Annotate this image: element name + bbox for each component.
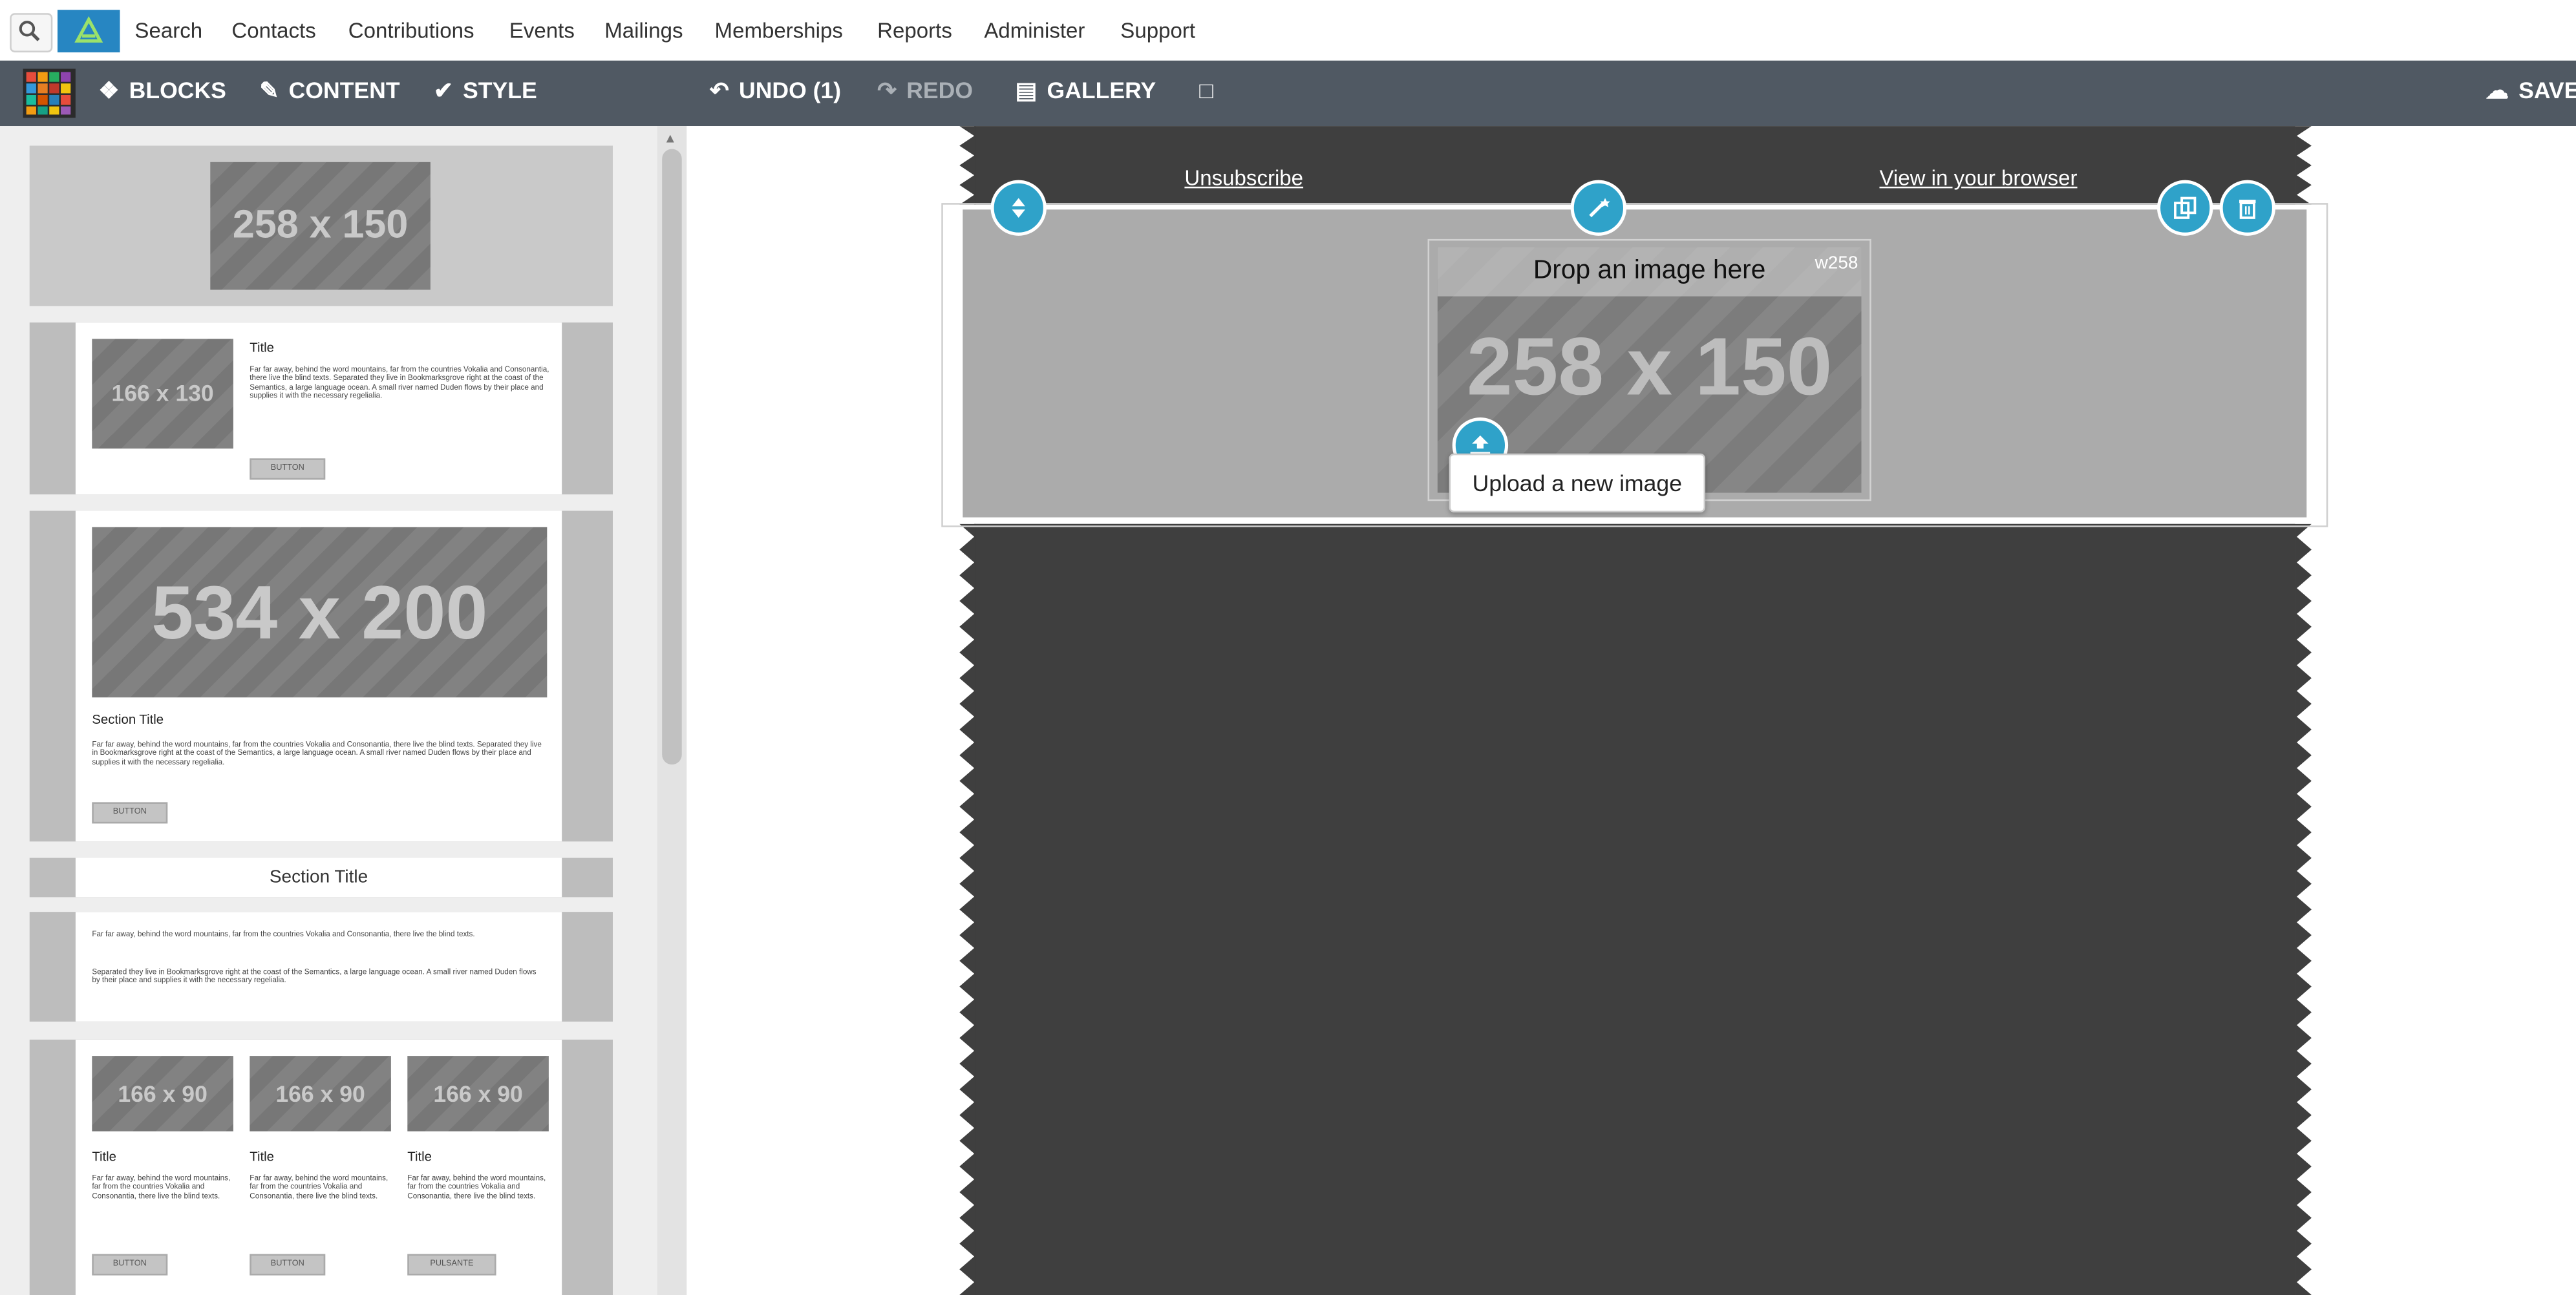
- pencil-icon: ✎: [259, 77, 279, 103]
- menu-administer[interactable]: Administer: [984, 18, 1085, 43]
- save-label: SAVE: [2518, 77, 2576, 103]
- column-text-1: Far far away, behind the word mountains,…: [92, 1174, 231, 1200]
- drop-image-label: Drop an image here: [1437, 247, 1862, 297]
- block-image-placeholder: 258 x 150: [210, 162, 431, 290]
- civicrm-logo-icon: [74, 16, 103, 43]
- square-icon: □: [1199, 77, 1213, 103]
- tab-blocks[interactable]: ❖ BLOCKS: [98, 77, 226, 105]
- preview-toggle-button[interactable]: □: [1199, 77, 1213, 103]
- menu-memberships[interactable]: Memberships: [715, 18, 843, 43]
- move-block-button[interactable]: [990, 180, 1047, 236]
- column-title-1: Title: [92, 1149, 117, 1164]
- trash-icon: [2239, 200, 2256, 219]
- email-body-area: [974, 523, 2295, 1295]
- column-button-3: PULSANTE: [407, 1254, 496, 1276]
- column-title-3: Title: [407, 1149, 432, 1164]
- blocks-scrollbar-thumb[interactable]: [662, 149, 682, 765]
- block-title: Section Title: [92, 712, 164, 727]
- menu-support[interactable]: Support: [1120, 18, 1195, 43]
- block-title: Title: [250, 340, 274, 355]
- column-text-3: Far far away, behind the word mountains,…: [407, 1174, 546, 1200]
- block-title: Section Title: [75, 858, 562, 898]
- column-image-2: 166 x 90: [250, 1056, 391, 1132]
- delete-block-button[interactable]: [2219, 180, 2275, 236]
- block-image-258x150[interactable]: 258 x 150: [29, 145, 613, 306]
- menu-contributions[interactable]: Contributions: [348, 18, 474, 43]
- brush-icon: ✔: [433, 77, 453, 103]
- image-width-tag: w258: [1815, 253, 1858, 274]
- zigzag-edge-right-top: [2295, 126, 2312, 205]
- civicrm-top-menu: Search Contacts Contributions Events Mai…: [0, 0, 2576, 61]
- tab-blocks-label: BLOCKS: [129, 77, 226, 103]
- preheader-block[interactable]: Unsubscribe View in your browser: [974, 126, 2295, 205]
- block-text: Far far away, behind the word mountains,…: [92, 740, 542, 766]
- block-three-columns[interactable]: 166 x 90 166 x 90 166 x 90 Title Title T…: [29, 1039, 613, 1295]
- column-image-3: 166 x 90: [407, 1056, 549, 1132]
- undo-button[interactable]: ↶ UNDO (1): [710, 77, 841, 105]
- redo-icon: ↷: [877, 77, 897, 103]
- block-hero-image[interactable]: 534 x 200 Section Title Far far away, be…: [29, 511, 613, 842]
- upload-tooltip: Upload a new image: [1449, 453, 1706, 512]
- column-text-2: Far far away, behind the word mountains,…: [250, 1174, 389, 1200]
- block-style-button[interactable]: [1570, 180, 1627, 236]
- save-button[interactable]: ☁ SAVE: [2486, 77, 2576, 105]
- view-in-browser-link[interactable]: View in your browser: [1879, 165, 2077, 190]
- block-image-text[interactable]: 166 x 130 Title Far far away, behind the…: [29, 322, 613, 495]
- sort-arrows-icon: [1012, 198, 1025, 218]
- block-white-area: Far far away, behind the word mountains,…: [75, 912, 562, 1022]
- block-white-area: 166 x 130 Title Far far away, behind the…: [75, 322, 562, 495]
- block-text-2: Separated they live in Bookmarksgrove ri…: [92, 967, 537, 985]
- unsubscribe-link[interactable]: Unsubscribe: [1184, 165, 1303, 190]
- block-white-area: 166 x 90 166 x 90 166 x 90 Title Title T…: [75, 1039, 562, 1295]
- civicrm-logo-button[interactable]: [57, 10, 120, 53]
- menu-contacts[interactable]: Contacts: [231, 18, 315, 43]
- menu-mailings[interactable]: Mailings: [604, 18, 683, 43]
- tab-style[interactable]: ✔ STYLE: [434, 77, 537, 105]
- blocks-panel: 258 x 150 166 x 130 Title Far far away, …: [0, 126, 687, 1295]
- tab-content[interactable]: ✎ CONTENT: [260, 77, 400, 105]
- block-image-placeholder: 166 x 130: [92, 339, 233, 449]
- tab-content-label: CONTENT: [288, 77, 400, 103]
- menu-events[interactable]: Events: [509, 18, 575, 43]
- cloud-upload-icon: ☁: [2486, 77, 2509, 103]
- block-button: BUTTON: [92, 802, 168, 824]
- block-button: BUTTON: [250, 458, 326, 480]
- redo-label: REDO: [906, 77, 974, 103]
- quicksearch-button[interactable]: [10, 13, 53, 53]
- block-text-paragraphs[interactable]: Far far away, behind the word mountains,…: [29, 912, 613, 1022]
- editor-toolbar: ❖ BLOCKS ✎ CONTENT ✔ STYLE ↶ UNDO (1) ↷ REDO …: [0, 60, 2576, 127]
- block-text-1: Far far away, behind the word mountains,…: [92, 930, 475, 938]
- mosaico-logo-icon: [23, 68, 76, 118]
- column-image-1: 166 x 90: [92, 1056, 233, 1132]
- block-white-area: 534 x 200 Section Title Far far away, be…: [75, 511, 562, 842]
- email-canvas: Unsubscribe View in your browser Drop an…: [687, 126, 2576, 1295]
- undo-icon: ↶: [709, 77, 729, 103]
- copy-icon: [2174, 196, 2197, 219]
- block-text: Far far away, behind the word mountains,…: [250, 364, 549, 400]
- scroll-up-arrow-icon[interactable]: ▲: [664, 131, 677, 146]
- undo-label: UNDO (1): [739, 77, 842, 103]
- column-title-2: Title: [250, 1149, 274, 1164]
- zigzag-edge-left: [959, 523, 976, 1295]
- tab-style-label: STYLE: [463, 77, 537, 103]
- zigzag-edge-right: [2295, 523, 2312, 1295]
- cubes-icon: ❖: [98, 77, 120, 103]
- menu-reports[interactable]: Reports: [877, 18, 952, 43]
- column-button-2: BUTTON: [250, 1254, 326, 1276]
- block-image-placeholder: 534 x 200: [92, 527, 548, 698]
- menu-search[interactable]: Search: [134, 18, 202, 43]
- magic-wand-icon: [1589, 198, 1610, 218]
- duplicate-block-button[interactable]: [2156, 180, 2213, 236]
- image-size-placeholder: 258 x 150: [1467, 321, 1833, 413]
- gallery-button[interactable]: ▤ GALLERY: [1016, 77, 1156, 105]
- zigzag-edge-left-top: [959, 126, 976, 205]
- column-button-1: BUTTON: [92, 1254, 168, 1276]
- block-section-title[interactable]: Section Title: [29, 858, 613, 898]
- gallery-label: GALLERY: [1047, 77, 1156, 103]
- search-icon: [19, 21, 40, 41]
- redo-button[interactable]: ↷ REDO: [877, 77, 973, 105]
- image-icon: ▤: [1015, 77, 1038, 103]
